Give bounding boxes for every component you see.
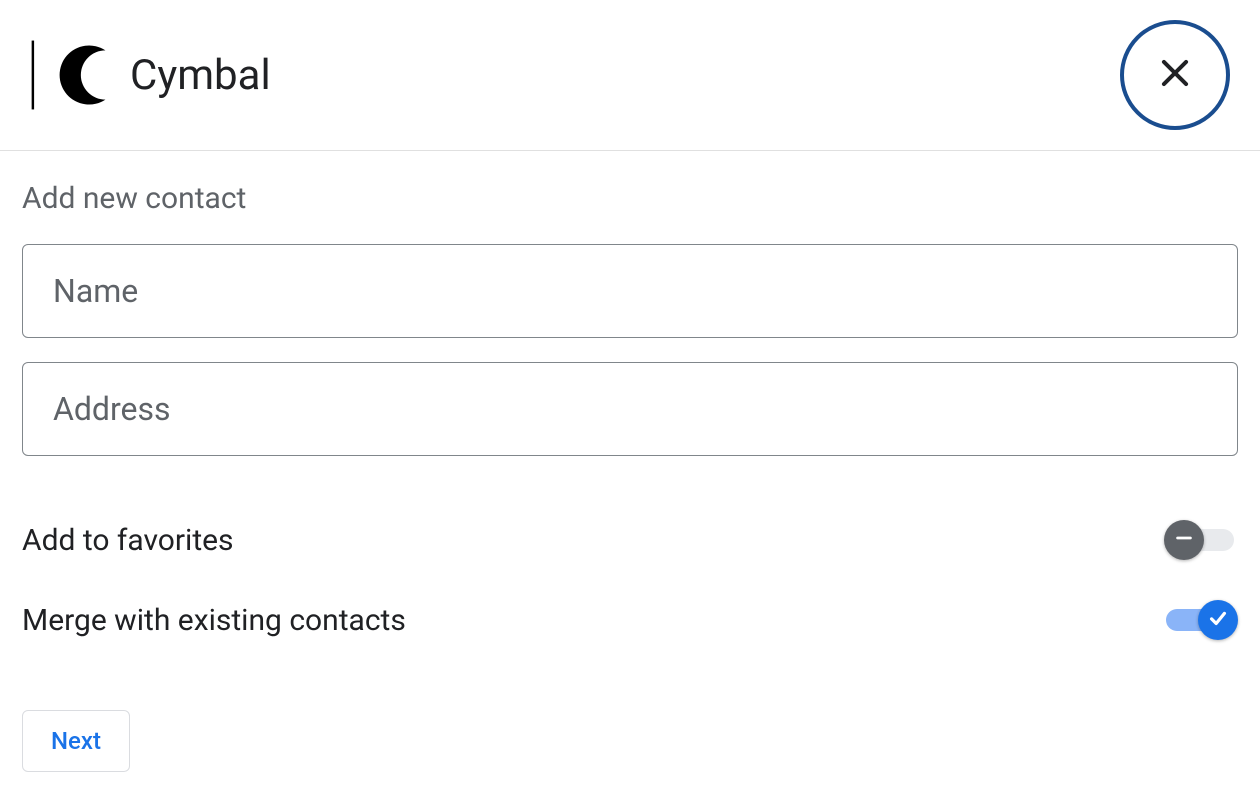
cymbal-logo-icon (30, 34, 112, 116)
minus-icon (1173, 527, 1195, 553)
address-input[interactable] (22, 362, 1238, 456)
content: Add new contact Add to favorites Merge w… (0, 151, 1260, 802)
brand-name: Cymbal (130, 51, 271, 100)
brand: Cymbal (30, 34, 271, 116)
check-icon (1207, 607, 1229, 633)
toggle-thumb (1198, 600, 1238, 640)
merge-toggle[interactable] (1164, 600, 1238, 640)
close-button[interactable] (1120, 20, 1230, 130)
header: Cymbal (0, 0, 1260, 151)
name-input[interactable] (22, 244, 1238, 338)
toggle-thumb (1164, 520, 1204, 560)
section-title: Add new contact (22, 181, 1238, 216)
close-icon (1156, 54, 1194, 96)
favorites-row: Add to favorites (22, 520, 1238, 560)
favorites-label: Add to favorites (22, 523, 234, 558)
merge-label: Merge with existing contacts (22, 603, 406, 638)
next-button[interactable]: Next (22, 710, 130, 772)
merge-row: Merge with existing contacts (22, 600, 1238, 640)
favorites-toggle[interactable] (1164, 520, 1238, 560)
